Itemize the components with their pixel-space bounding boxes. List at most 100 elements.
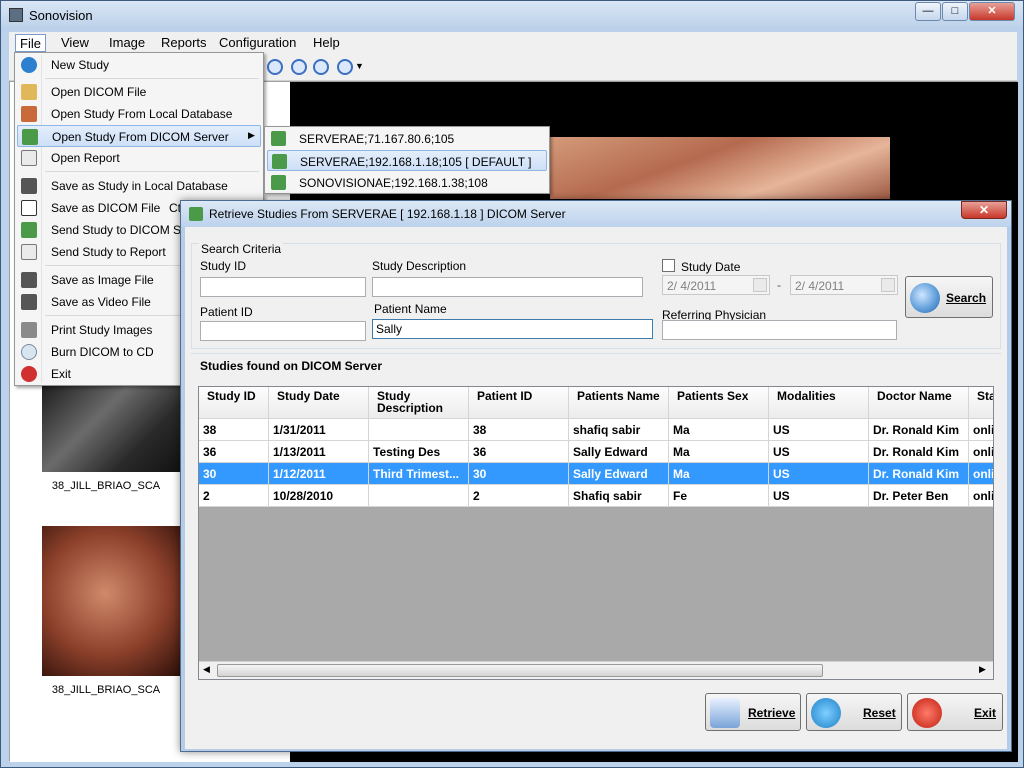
table-cell[interactable]: US bbox=[769, 463, 869, 485]
zoom-menu-icon[interactable] bbox=[337, 59, 353, 75]
table-cell[interactable]: Dr. Peter Ben bbox=[869, 485, 969, 507]
table-cell[interactable]: US bbox=[769, 419, 869, 441]
folder-icon bbox=[21, 84, 37, 100]
column-header-study-date[interactable]: Study Date bbox=[269, 387, 369, 419]
minimize-button[interactable]: — bbox=[915, 2, 941, 21]
cell-value: Third Trimest... bbox=[373, 467, 460, 481]
menu-reports[interactable]: Reports bbox=[157, 34, 211, 52]
thumbnail-image[interactable] bbox=[42, 526, 182, 676]
table-cell[interactable]: 38 bbox=[199, 419, 269, 441]
table-cell[interactable]: US bbox=[769, 485, 869, 507]
table-cell[interactable]: 30 bbox=[469, 463, 569, 485]
scroll-thumb[interactable] bbox=[217, 664, 823, 677]
column-header-patient-sex[interactable]: Patients Sex bbox=[669, 387, 769, 419]
horizontal-scrollbar[interactable]: ◀ ▶ bbox=[199, 661, 993, 679]
cd-icon bbox=[21, 344, 37, 360]
dialog-close-button[interactable]: ✕ bbox=[961, 201, 1007, 219]
zoom-fit-icon[interactable] bbox=[313, 59, 329, 75]
study-description-field[interactable] bbox=[372, 277, 643, 297]
table-cell[interactable]: 1/12/2011 bbox=[269, 463, 369, 485]
retrieve-button[interactable]: Retrieve bbox=[705, 693, 801, 731]
chevron-down-icon[interactable]: ▼ bbox=[355, 61, 364, 71]
thumbnail-image[interactable] bbox=[42, 382, 182, 472]
cell-value: Ma bbox=[673, 445, 690, 459]
menu-configuration[interactable]: Configuration bbox=[215, 34, 300, 52]
submenu-item-server[interactable]: SERVERAE;71.167.80.6;105 bbox=[267, 128, 547, 149]
save-icon bbox=[21, 178, 37, 194]
patient-id-field[interactable] bbox=[200, 321, 366, 341]
column-header-modalities[interactable]: Modalities bbox=[769, 387, 869, 419]
table-cell[interactable]: onli bbox=[969, 463, 993, 485]
patient-name-field[interactable]: Sally bbox=[372, 319, 653, 339]
menu-help[interactable]: Help bbox=[309, 34, 344, 52]
table-cell[interactable]: Third Trimest... bbox=[369, 463, 469, 485]
column-header-doctor-name[interactable]: Doctor Name bbox=[869, 387, 969, 419]
table-cell[interactable]: Ma bbox=[669, 419, 769, 441]
table-cell[interactable]: Sally Edward bbox=[569, 441, 669, 463]
table-cell[interactable]: Sally Edward bbox=[569, 463, 669, 485]
table-cell[interactable]: 2 bbox=[199, 485, 269, 507]
table-cell[interactable]: onli bbox=[969, 419, 993, 441]
date-to-value: 2/ 4/2011 bbox=[795, 279, 845, 293]
menu-item-label: Save as Video File bbox=[51, 295, 151, 309]
submenu-item-label: SERVERAE;192.168.1.18;105 [ DEFAULT ] bbox=[300, 155, 532, 169]
table-cell[interactable]: Ma bbox=[669, 441, 769, 463]
table-cell[interactable]: Dr. Ronald Kim bbox=[869, 441, 969, 463]
table-cell[interactable]: US bbox=[769, 441, 869, 463]
table-cell[interactable] bbox=[369, 419, 469, 441]
table-cell[interactable]: Dr. Ronald Kim bbox=[869, 463, 969, 485]
table-cell[interactable]: 30 bbox=[199, 463, 269, 485]
zoom-in-icon[interactable] bbox=[267, 59, 283, 75]
menu-item-open-dicom-server[interactable]: Open Study From DICOM Server ▶ bbox=[17, 125, 261, 147]
exit-button[interactable]: Exit bbox=[907, 693, 1003, 731]
table-cell[interactable]: 2 bbox=[469, 485, 569, 507]
menu-file[interactable]: File bbox=[15, 34, 46, 52]
column-header-study-description[interactable]: Study Description bbox=[369, 387, 469, 419]
table-cell[interactable]: shafiq sabir bbox=[569, 419, 669, 441]
table-cell[interactable]: Fe bbox=[669, 485, 769, 507]
table-cell[interactable]: Shafiq sabir bbox=[569, 485, 669, 507]
scroll-left-icon[interactable]: ◀ bbox=[203, 664, 210, 675]
date-to-picker[interactable]: 2/ 4/2011 bbox=[790, 275, 898, 295]
table-cell[interactable]: 36 bbox=[469, 441, 569, 463]
table-cell[interactable]: 1/31/2011 bbox=[269, 419, 369, 441]
table-cell[interactable]: onli bbox=[969, 485, 993, 507]
submenu-item-server[interactable]: SERVERAE;192.168.1.18;105 [ DEFAULT ] bbox=[267, 150, 547, 171]
table-cell[interactable]: 10/28/2010 bbox=[269, 485, 369, 507]
table-cell[interactable] bbox=[369, 485, 469, 507]
study-id-field[interactable] bbox=[200, 277, 366, 297]
study-date-checkbox[interactable] bbox=[662, 259, 675, 272]
save-icon bbox=[21, 294, 37, 310]
menu-item-save-local-db[interactable]: Save as Study in Local Database bbox=[17, 175, 261, 197]
dicom-server-submenu: SERVERAE;71.167.80.6;105 SERVERAE;192.16… bbox=[264, 126, 550, 194]
results-divider bbox=[191, 353, 1001, 354]
column-header-patient-id[interactable]: Patient ID bbox=[469, 387, 569, 419]
column-header-status[interactable]: Sta bbox=[969, 387, 993, 419]
referring-physician-field[interactable] bbox=[662, 320, 897, 340]
column-header-study-id[interactable]: Study ID bbox=[199, 387, 269, 419]
maximize-button[interactable]: □ bbox=[942, 2, 968, 21]
cell-value: Dr. Ronald Kim bbox=[873, 445, 960, 459]
table-cell[interactable]: Testing Des bbox=[369, 441, 469, 463]
table-cell[interactable]: Dr. Ronald Kim bbox=[869, 419, 969, 441]
table-cell[interactable]: 36 bbox=[199, 441, 269, 463]
menu-item-new-study[interactable]: New Study bbox=[17, 54, 261, 76]
menu-item-open-local-db[interactable]: Open Study From Local Database bbox=[17, 103, 261, 125]
reset-button[interactable]: Reset bbox=[806, 693, 902, 731]
table-cell[interactable]: 38 bbox=[469, 419, 569, 441]
column-header-patient-name[interactable]: Patients Name bbox=[569, 387, 669, 419]
menu-image[interactable]: Image bbox=[105, 34, 149, 52]
search-button[interactable]: Search bbox=[905, 276, 993, 318]
close-button[interactable]: ✕ bbox=[969, 2, 1015, 21]
menu-item-open-dicom[interactable]: Open DICOM File bbox=[17, 81, 261, 103]
table-cell[interactable]: onli bbox=[969, 441, 993, 463]
zoom-out-icon[interactable] bbox=[291, 59, 307, 75]
scroll-right-icon[interactable]: ▶ bbox=[979, 664, 986, 675]
submenu-item-server[interactable]: SONOVISIONAE;192.168.1.38;108 bbox=[267, 172, 547, 193]
menu-view[interactable]: View bbox=[57, 34, 93, 52]
table-cell[interactable]: 1/13/2011 bbox=[269, 441, 369, 463]
date-from-picker[interactable]: 2/ 4/2011 bbox=[662, 275, 770, 295]
table-cell[interactable]: Ma bbox=[669, 463, 769, 485]
menu-item-label: Exit bbox=[51, 367, 72, 381]
menu-item-open-report[interactable]: Open Report bbox=[17, 147, 261, 169]
